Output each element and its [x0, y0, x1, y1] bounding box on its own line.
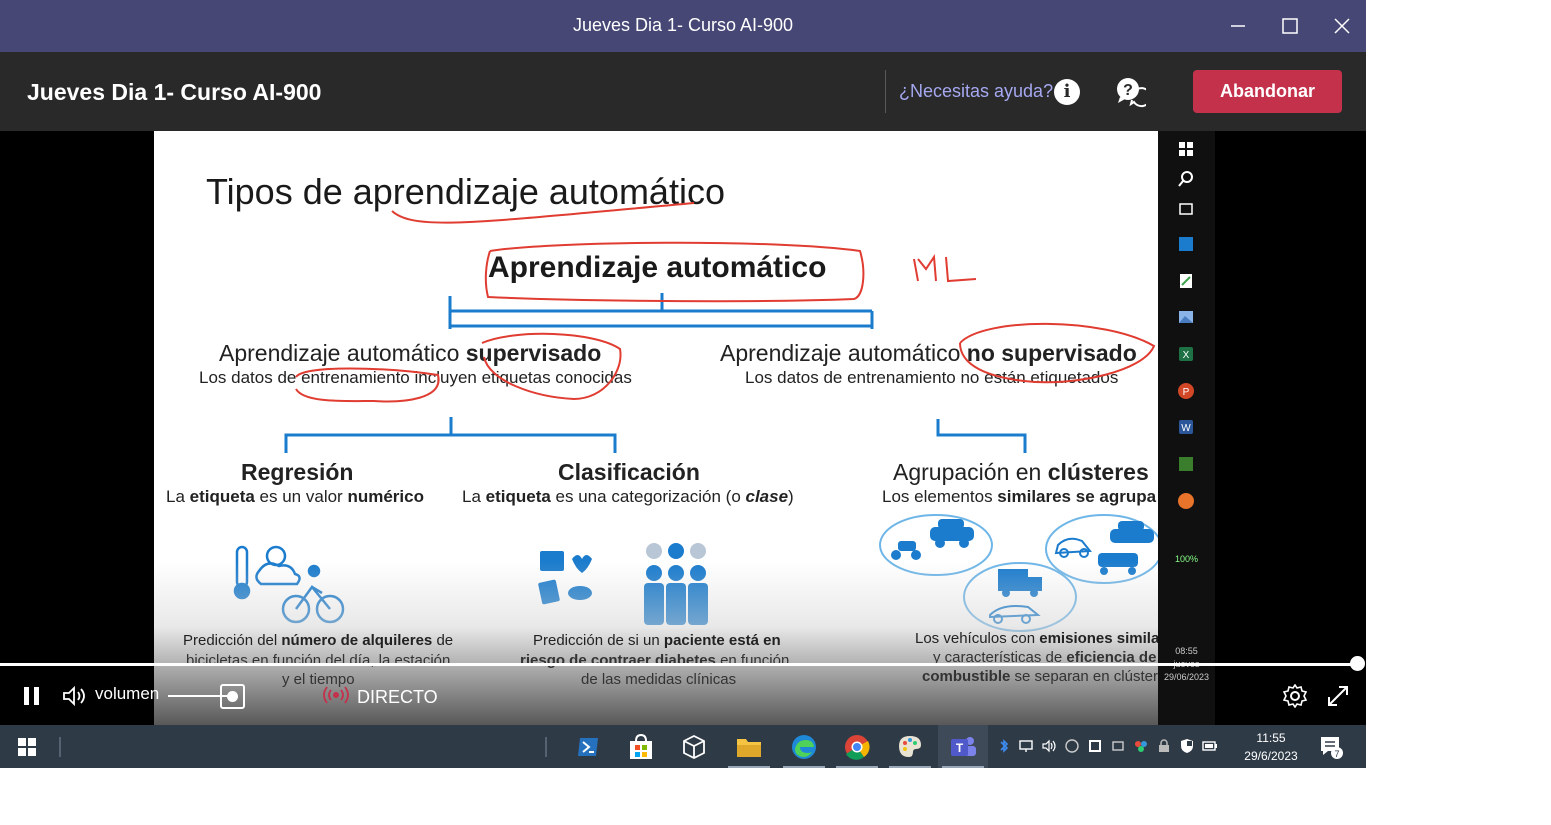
taskbar-paint[interactable] — [885, 725, 935, 768]
chat-help-icon[interactable]: ? — [1114, 76, 1146, 108]
classification-example-line3: de las medidas clínicas — [581, 671, 737, 688]
windows-logo-icon — [1179, 142, 1193, 156]
taskbar-divider-2 — [545, 737, 547, 757]
svg-text:P: P — [1183, 387, 1190, 398]
app-icon-orange — [1178, 493, 1194, 509]
svg-text:W: W — [1181, 423, 1191, 434]
screen-capture-icon[interactable] — [1087, 738, 1103, 754]
close-button[interactable] — [1316, 0, 1368, 52]
speaker-icon[interactable] — [1041, 738, 1057, 754]
taskbar-powershell[interactable] — [563, 725, 613, 768]
excel-icon: X — [1179, 347, 1193, 361]
task-view-icon — [1179, 203, 1193, 215]
meeting-title: Jueves Dia 1- Curso AI-900 — [27, 79, 322, 105]
progress-bar[interactable] — [0, 663, 1358, 666]
paint-palette-icon — [899, 735, 921, 757]
battery-icon[interactable] — [1202, 738, 1218, 754]
taskbar-clock[interactable]: 11:55 29/6/2023 — [1236, 729, 1306, 765]
network-icon[interactable] — [1018, 738, 1034, 754]
photos-icon — [1179, 311, 1193, 323]
battery-status: 100% — [1174, 554, 1199, 564]
taskbar-file-explorer[interactable] — [724, 725, 774, 768]
bluetooth-icon[interactable] — [996, 738, 1012, 754]
windows-start-icon — [18, 737, 36, 756]
settings-gear-icon[interactable] — [1283, 684, 1307, 708]
lock-icon[interactable] — [1156, 738, 1172, 754]
teams-meeting-window: Jueves Dia 1- Curso AI-900 Jueves Dia 1-… — [0, 0, 1366, 768]
clustering-example-line3: combustible se separan en clúster — [922, 668, 1158, 685]
windows-taskbar: T 11:55 29/6/2023 7 — [0, 725, 1366, 768]
microsoft-store-icon — [630, 733, 652, 759]
security-shield-icon[interactable] — [1179, 738, 1195, 754]
header-divider — [885, 70, 886, 113]
fullscreen-icon[interactable] — [1326, 684, 1350, 708]
notification-count: 7 — [1334, 749, 1339, 759]
pause-button[interactable] — [24, 687, 40, 705]
progress-knob[interactable] — [1350, 656, 1365, 671]
tree-connectors — [284, 293, 1027, 453]
live-label: DIRECTO — [357, 687, 438, 707]
ml-handwriting — [913, 254, 977, 283]
word-icon: W — [1179, 420, 1193, 434]
powerpoint-icon: P — [1178, 383, 1194, 399]
window-title-bar: Jueves Dia 1- Curso AI-900 — [0, 0, 1366, 52]
shared-screen-stage: Tipos de aprendizaje automático Aprendiz… — [0, 131, 1366, 725]
taskbar-teams[interactable]: T — [938, 725, 988, 768]
taskbar-edge[interactable] — [779, 725, 829, 768]
meeting-header: Jueves Dia 1- Curso AI-900 ¿Necesitas ay… — [0, 52, 1366, 131]
minimize-button[interactable] — [1212, 0, 1264, 52]
help-link[interactable]: ¿Necesitas ayuda? — [899, 81, 1053, 102]
powershell-icon — [578, 737, 598, 756]
search-icon — [1178, 171, 1193, 187]
live-broadcast-icon — [323, 686, 349, 704]
taskbar-divider — [59, 737, 61, 757]
classification-example-line1: Predicción de si un paciente está en — [533, 632, 781, 649]
clustering-example-line1: Los vehículos con emisiones simila — [915, 630, 1158, 647]
notepad-icon — [1180, 274, 1192, 288]
volume-icon[interactable] — [61, 684, 87, 708]
folder-icon — [737, 738, 761, 757]
clock-time: 11:55 — [1256, 731, 1286, 745]
notification-icon: 7 — [1321, 736, 1343, 759]
color-tray-icon[interactable] — [1133, 738, 1149, 754]
classification-example-line2: riesgo de contraer diabetes en función — [520, 652, 790, 669]
edge-icon — [792, 734, 816, 759]
teams-icon: T — [951, 736, 976, 756]
regression-example-line2: bicicletas en función del día, la estaci… — [186, 652, 451, 669]
app-icon-blue — [1179, 237, 1193, 251]
start-button[interactable] — [2, 725, 52, 768]
svg-text:T: T — [956, 741, 964, 755]
svg-text:X: X — [1183, 350, 1190, 361]
handwritten-annotations — [295, 202, 1156, 403]
clock-date: 29/6/2023 — [1244, 749, 1298, 763]
volume-slider-knob[interactable] — [220, 684, 245, 709]
minimize-icon — [1231, 25, 1245, 27]
volume-label: volumen — [95, 684, 160, 703]
taskbar-microsoft-store[interactable] — [616, 725, 666, 768]
maximize-icon — [1282, 18, 1298, 34]
usb-icon[interactable] — [1110, 738, 1126, 754]
app-icon-green — [1179, 457, 1193, 471]
pause-icon — [24, 687, 29, 705]
svg-text:?: ? — [1123, 82, 1133, 99]
maximize-button[interactable] — [1264, 0, 1316, 52]
shared-screen-taskbar: X P W 100% 08:55 jueves 29/06/2023 — [1158, 131, 1215, 725]
close-icon — [1334, 18, 1350, 34]
shared-clock-time: 08:55 — [1175, 646, 1198, 656]
window-title: Jueves Dia 1- Curso AI-900 — [572, 15, 794, 35]
presentation-slide: Tipos de aprendizaje automático Aprendiz… — [154, 131, 1158, 725]
shared-clock-date: 29/06/2023 — [1163, 672, 1210, 682]
leave-button[interactable]: Abandonar — [1193, 70, 1342, 113]
taskbar-virtualbox[interactable] — [669, 725, 719, 768]
notification-center-button[interactable]: 7 — [1306, 725, 1356, 768]
regression-example-line1: Predicción del número de alquileres de — [183, 632, 454, 649]
tray-app-icon[interactable] — [1064, 738, 1080, 754]
taskbar-chrome[interactable] — [832, 725, 882, 768]
chrome-icon — [845, 734, 870, 760]
info-icon[interactable]: i — [1054, 79, 1080, 105]
virtualbox-cube-icon — [683, 734, 705, 759]
